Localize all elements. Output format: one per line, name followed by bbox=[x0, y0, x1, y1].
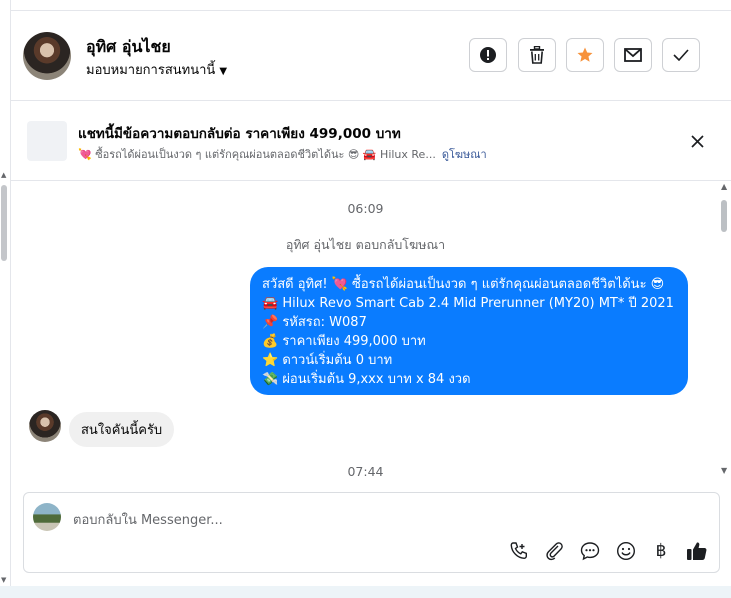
system-message: อุทิศ อุ่นไชย ตอบกลับโฆษณา bbox=[285, 237, 446, 252]
mark-done-button[interactable] bbox=[662, 38, 700, 72]
thumbs-up-icon bbox=[687, 542, 707, 560]
page-footer bbox=[0, 586, 731, 598]
star-button[interactable] bbox=[566, 38, 604, 72]
baht-icon: ฿ bbox=[655, 541, 667, 561]
message-composer[interactable]: ตอบกลับใน Messenger... ฿ bbox=[23, 492, 720, 573]
report-button[interactable] bbox=[469, 38, 507, 72]
outgoing-message[interactable]: สวัสดี อุทิศ! 💘 ซื้อรถได้ผ่อนเป็นงวด ๆ แ… bbox=[250, 267, 688, 395]
quick-reply-button[interactable] bbox=[578, 539, 602, 563]
attach-button[interactable] bbox=[542, 539, 566, 563]
ad-thumbnail bbox=[27, 121, 67, 161]
chat-scrollbar[interactable]: ▲ ▼ bbox=[718, 182, 731, 478]
attach-icon bbox=[546, 542, 563, 561]
ad-subtitle: 💘 ซื้อรถได้ผ่อนเป็นงวด ๆ แต่รักคุณผ่อนตล… bbox=[78, 145, 487, 163]
scroll-up-icon[interactable]: ▲ bbox=[1, 171, 6, 179]
message-text: สนใจคันนี้ครับ bbox=[81, 423, 163, 438]
delete-button[interactable] bbox=[518, 38, 556, 72]
message-line: 📌 รหัสรถ: W087 bbox=[262, 315, 367, 330]
payment-button[interactable]: ฿ bbox=[649, 539, 673, 563]
close-banner-button[interactable] bbox=[685, 129, 709, 153]
timestamp: 07:44 bbox=[347, 464, 384, 479]
assign-dropdown[interactable]: มอบหมายการสนทนานี้ ▼ bbox=[86, 59, 227, 80]
timestamp: 06:09 bbox=[347, 201, 384, 216]
emoji-icon bbox=[616, 541, 636, 561]
like-button[interactable] bbox=[685, 539, 709, 563]
message-line: สวัสดี อุทิศ! 💘 ซื้อรถได้ผ่อนเป็นงวด ๆ แ… bbox=[262, 277, 665, 292]
page-avatar bbox=[33, 503, 61, 531]
message-line: 💰 ราคาเพียง 499,000 บาท bbox=[262, 334, 426, 349]
scroll-up-icon[interactable]: ▲ bbox=[721, 182, 727, 191]
close-icon bbox=[690, 134, 704, 148]
avatar[interactable] bbox=[23, 32, 71, 80]
trash-icon bbox=[530, 46, 544, 64]
ad-context-banner: แชทนี้มีข้อความตอบกลับต่อ ราคาเพียง 499,… bbox=[10, 101, 731, 181]
star-icon bbox=[577, 47, 593, 62]
emoji-button[interactable] bbox=[614, 539, 638, 563]
quick-reply-icon bbox=[580, 542, 600, 561]
conversation-header: อุทิศ อุ่นไชย มอบหมายการสนทนานี้ ▼ bbox=[10, 11, 731, 101]
call-button[interactable] bbox=[507, 539, 531, 563]
report-icon bbox=[480, 47, 496, 63]
reply-input[interactable]: ตอบกลับใน Messenger... bbox=[73, 509, 223, 530]
assign-label: มอบหมายการสนทนานี้ bbox=[86, 63, 216, 78]
ad-subtitle-text: 💘 ซื้อรถได้ผ่อนเป็นงวด ๆ แต่รักคุณผ่อนตล… bbox=[78, 148, 436, 161]
incoming-message[interactable]: สนใจคันนี้ครับ bbox=[69, 412, 175, 447]
ad-title: แชทนี้มีข้อความตอบกลับต่อ ราคาเพียง 499,… bbox=[78, 126, 401, 142]
mail-icon bbox=[624, 48, 642, 62]
message-line: 💸 ผ่อนเริ่มต้น 9,xxx บาท x 84 งวด bbox=[262, 372, 471, 387]
contact-name[interactable]: อุทิศ อุ่นไชย bbox=[86, 35, 171, 60]
view-ad-link[interactable]: ดูโฆษณา bbox=[442, 148, 487, 161]
caret-down-icon: ▼ bbox=[219, 66, 228, 77]
message-line: 🚘 Hilux Revo Smart Cab 2.4 Mid Prerunner… bbox=[262, 296, 674, 311]
scroll-down-icon[interactable]: ▼ bbox=[1, 576, 6, 584]
message-line: ⭐ ดาวน์เริ่มต้น 0 บาท bbox=[262, 353, 393, 368]
check-icon bbox=[673, 49, 689, 61]
call-icon bbox=[510, 542, 527, 560]
avatar[interactable] bbox=[29, 410, 61, 442]
mark-unread-button[interactable] bbox=[614, 38, 652, 72]
